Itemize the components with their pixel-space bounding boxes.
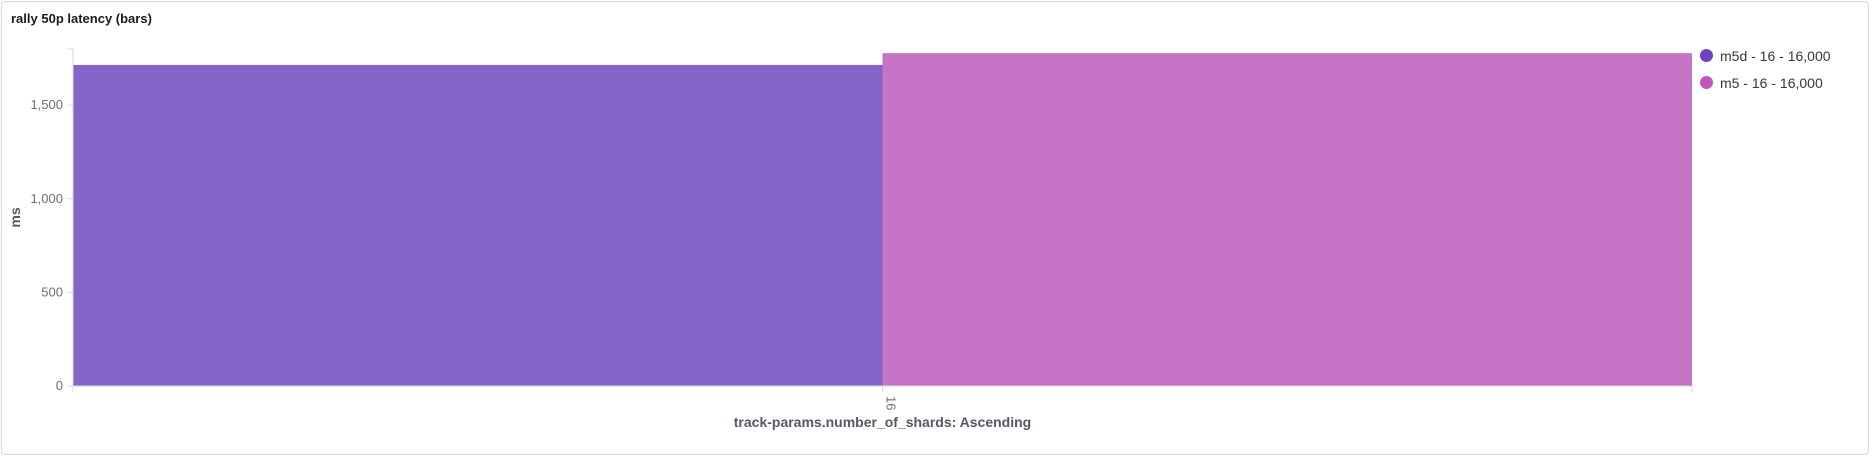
legend: m5d - 16 - 16,000 m5 - 16 - 16,000 (1700, 42, 1831, 96)
legend-label-m5: m5 - 16 - 16,000 (1720, 74, 1823, 91)
legend-dot-m5 (1700, 76, 1713, 89)
legend-item-m5d[interactable]: m5d - 16 - 16,000 (1700, 42, 1831, 69)
x-tick-label: 16 (884, 396, 899, 410)
y-tick-label: 1,500 (30, 97, 63, 112)
x-axis-title: track-params.number_of_shards: Ascending (734, 414, 1031, 430)
y-tick-label: 1,000 (30, 191, 63, 206)
legend-item-m5[interactable]: m5 - 16 - 16,000 (1700, 69, 1831, 96)
y-axis-title: ms (7, 207, 23, 227)
legend-dot-m5d (1700, 49, 1713, 62)
bar-m5-16[interactable] (882, 53, 1693, 386)
legend-label-m5d: m5d - 16 - 16,000 (1720, 47, 1831, 64)
bar-m5d-16[interactable] (73, 64, 883, 387)
y-tick-label: 500 (41, 284, 63, 299)
bar-chart: 0 500 1,000 1,500 16 track-params.number_of_s… (7, 48, 1693, 430)
y-tick-label: 0 (56, 378, 63, 393)
